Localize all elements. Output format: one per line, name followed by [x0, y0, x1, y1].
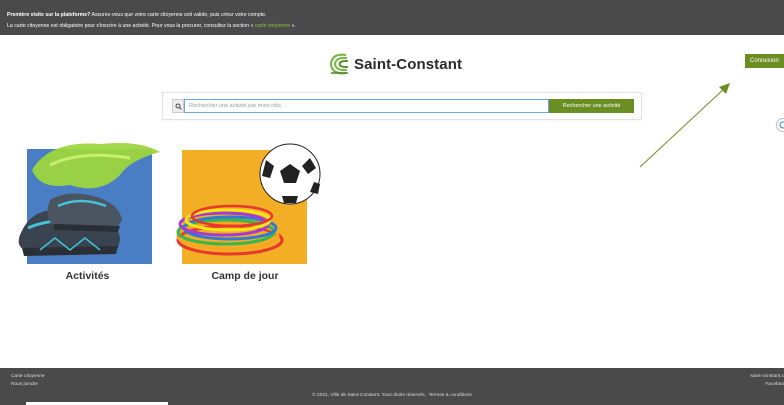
footer-nous-joindre-link[interactable]: Nous joindre [11, 381, 45, 389]
copyright-text: © 2021, Ville de Saint-Constant. Tous dr… [312, 393, 426, 398]
footer-right-links: saint-constant.c Faceboo [750, 373, 784, 389]
footer-website-link[interactable]: saint-constant.c [750, 373, 784, 381]
terms-link[interactable]: Termes & conditions [429, 393, 472, 398]
site-footer: Carte citoyenne Nous joindre © 2021, Vil… [0, 368, 784, 405]
annotation-arrow-icon [639, 83, 730, 168]
footer-facebook-link[interactable]: Faceboo [750, 381, 784, 389]
footer-carte-citoyenne-link[interactable]: Carte citoyenne [11, 373, 45, 381]
footer-copyright: © 2021, Ville de Saint-Constant. Tous dr… [0, 393, 784, 398]
footer-links: Carte citoyenne Nous joindre [11, 373, 45, 389]
